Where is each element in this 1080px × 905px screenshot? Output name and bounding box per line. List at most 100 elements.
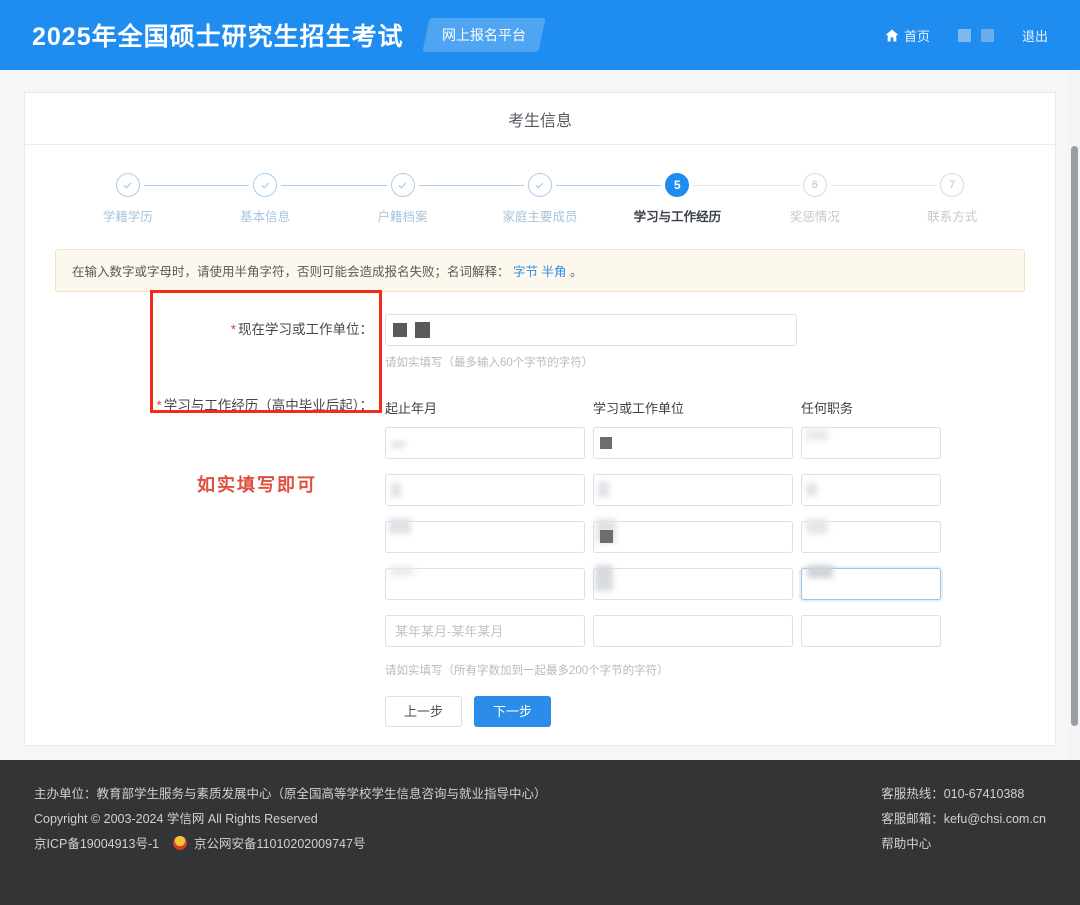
next-step-button[interactable]: 下一步 bbox=[474, 696, 552, 727]
col-header-period: 起止年月 bbox=[385, 401, 438, 416]
halfwidth-notice: 在输入数字或字母时，请使用半角字符，否则可能会造成报名失败；名词解释： 字节 半… bbox=[55, 249, 1025, 292]
experience-control: 起止年月 学习或工作单位 任何职务 某年某月-某年某月 请如实填写（所有字数加到… bbox=[385, 396, 1025, 727]
page-title: 考生信息 bbox=[507, 112, 572, 130]
experience-table-header: 起止年月 学习或工作单位 任何职务 bbox=[385, 398, 1025, 427]
page-body: 考生信息 学籍学历 基本信息 户籍档案 家庭主要成员 5 学习与工作经历 6 奖… bbox=[0, 70, 1080, 760]
footer-police-record[interactable]: 京公网安备11010202009747号 bbox=[194, 837, 365, 851]
nav-redacted-items[interactable] bbox=[957, 28, 994, 42]
nav-home-label: 首页 bbox=[903, 28, 930, 44]
step-7-bubble: 7 bbox=[940, 173, 965, 197]
experience-period-input-2[interactable] bbox=[385, 474, 585, 506]
nav-logout[interactable]: 退出 bbox=[1022, 26, 1048, 45]
current-unit-field-row: * 现在学习或工作单位： 请如实填写（最多输入60个字节的字符） bbox=[55, 314, 1025, 370]
card-header: 考生信息 bbox=[25, 93, 1055, 145]
step-3-label: 户籍档案 bbox=[377, 210, 428, 224]
step-5-bubble: 5 bbox=[665, 173, 690, 197]
experience-table: 起止年月 学习或工作单位 任何职务 bbox=[385, 398, 1025, 647]
col-header-unit: 学习或工作单位 bbox=[593, 401, 685, 416]
candidate-info-card: 考生信息 学籍学历 基本信息 户籍档案 家庭主要成员 5 学习与工作经历 6 奖… bbox=[24, 92, 1056, 746]
experience-post-input-2[interactable] bbox=[801, 474, 941, 506]
experience-row bbox=[385, 474, 1025, 506]
experience-period-input-1[interactable] bbox=[385, 427, 585, 459]
col-header-post: 任何职务 bbox=[801, 401, 854, 416]
step-2-jibenxinxi[interactable]: 基本信息 bbox=[196, 173, 334, 225]
step-7-lianxifangshi[interactable]: 7 联系方式 bbox=[883, 173, 1021, 225]
experience-post-input-4[interactable] bbox=[801, 568, 941, 600]
notice-text-before: 在输入数字或字母时，请使用半角字符，否则可能会造成报名失败；名词解释： bbox=[72, 265, 510, 279]
step-6-jiangchengqingkuang[interactable]: 6 奖惩情况 bbox=[746, 173, 884, 225]
step-2-bubble bbox=[253, 173, 278, 197]
experience-period-input-3[interactable] bbox=[385, 521, 585, 553]
experience-label: * 学习与工作经历（高中毕业后起）： bbox=[156, 398, 373, 413]
current-unit-control: 请如实填写（最多输入60个字节的字符） bbox=[385, 314, 1025, 370]
experience-unit-input-4[interactable] bbox=[593, 568, 793, 600]
scrollbar-track[interactable] bbox=[1069, 70, 1080, 760]
experience-row bbox=[385, 615, 1025, 647]
nav-home[interactable]: 首页 bbox=[885, 26, 930, 45]
experience-post-input-1[interactable] bbox=[801, 427, 941, 459]
footer-hotline: 客服热线：010-67410388 bbox=[881, 787, 1025, 801]
current-unit-label: * 现在学习或工作单位： bbox=[230, 322, 373, 337]
footer-left: 主办单位：教育部学生服务与素质发展中心（原全国高等学校学生信息咨询与就业指导中心… bbox=[34, 782, 547, 905]
experience-period-input-4[interactable] bbox=[385, 568, 585, 600]
experience-post-input-5[interactable] bbox=[801, 615, 941, 647]
step-4-label: 家庭主要成员 bbox=[502, 210, 578, 224]
experience-unit-input-2[interactable] bbox=[593, 474, 793, 506]
platform-badge: 网上报名平台 bbox=[422, 18, 546, 52]
police-badge-icon bbox=[172, 836, 187, 850]
prev-step-button[interactable]: 上一步 bbox=[385, 696, 463, 727]
required-marker: * bbox=[230, 322, 236, 337]
site-header: 2025年全国硕士研究生招生考试 网上报名平台 首页 退出 bbox=[0, 0, 1080, 70]
site-footer: 主办单位：教育部学生服务与素质发展中心（原全国高等学校学生信息咨询与就业指导中心… bbox=[0, 760, 1080, 905]
home-icon bbox=[885, 29, 899, 42]
step-4-jiatingchengyuan[interactable]: 家庭主要成员 bbox=[471, 173, 609, 225]
annotation-note: 如实填写即可 bbox=[197, 475, 317, 495]
step-1-xueji[interactable]: 学籍学历 bbox=[59, 173, 197, 225]
footer-email: 客服邮箱：kefu@chsi.com.cn bbox=[881, 812, 1046, 826]
step-6-label: 奖惩情况 bbox=[789, 210, 840, 224]
step-4-bubble bbox=[527, 173, 552, 197]
nav-logout-label: 退出 bbox=[1021, 28, 1048, 44]
redaction-block-2 bbox=[980, 28, 994, 42]
notice-text-after: 。 bbox=[570, 265, 583, 279]
experience-row bbox=[385, 427, 1025, 459]
footer-right: 客服热线：010-67410388 客服邮箱：kefu@chsi.com.cn … bbox=[881, 782, 1046, 905]
experience-row bbox=[385, 565, 1025, 600]
step-3-bubble bbox=[390, 173, 415, 197]
footer-filing-line: 京ICP备19004913号-1 京公网安备11010202009747号 bbox=[34, 832, 547, 857]
step-6-bubble: 6 bbox=[802, 173, 827, 197]
redaction-block-1 bbox=[957, 28, 971, 42]
experience-unit-input-1[interactable] bbox=[593, 427, 793, 459]
experience-post-input-3[interactable] bbox=[801, 521, 941, 553]
footer-help-center[interactable]: 帮助中心 bbox=[881, 832, 1046, 857]
footer-copyright: Copyright © 2003-2024 学信网 All Rights Res… bbox=[34, 812, 318, 826]
current-unit-input-wrap bbox=[385, 314, 797, 346]
experience-hint: 请如实填写（所有字数加到一起最多200个字节的字符） bbox=[385, 665, 669, 677]
step-3-hujidangan[interactable]: 户籍档案 bbox=[333, 173, 472, 225]
current-unit-hint: 请如实填写（最多输入60个字节的字符） bbox=[385, 357, 594, 369]
experience-row bbox=[385, 518, 1025, 553]
footer-organizer: 主办单位：教育部学生服务与素质发展中心（原全国高等学校学生信息咨询与就业指导中心… bbox=[34, 787, 547, 801]
experience-unit-input-5[interactable] bbox=[593, 615, 793, 647]
form-buttons: 上一步 下一步 bbox=[385, 696, 1025, 727]
step-2-label: 基本信息 bbox=[240, 210, 291, 224]
experience-unit-input-3[interactable] bbox=[593, 521, 793, 553]
step-1-bubble bbox=[115, 173, 140, 197]
step-1-label: 学籍学历 bbox=[102, 210, 153, 224]
notice-link-halfwidth[interactable]: 半角 bbox=[542, 265, 567, 279]
experience-form: * 现在学习或工作单位： 请如实填写（最多输入60个字节的字符） * 学习与工作经历… bbox=[25, 292, 1055, 727]
page-brand-title: 2025年全国硕士研究生招生考试 bbox=[32, 23, 404, 51]
step-7-label: 联系方式 bbox=[927, 210, 978, 224]
required-marker-exp: * bbox=[156, 398, 162, 413]
step-5-xuexigongzuo[interactable]: 5 学习与工作经历 bbox=[608, 173, 747, 225]
header-nav: 首页 退出 bbox=[885, 26, 1048, 45]
experience-field-row: * 学习与工作经历（高中毕业后起）： 起止年月 学习或工作单位 任何职务 某年某… bbox=[55, 396, 1025, 727]
step-5-label: 学习与工作经历 bbox=[633, 210, 722, 224]
scrollbar-thumb[interactable] bbox=[1071, 146, 1078, 726]
experience-period-input-5[interactable] bbox=[385, 615, 585, 647]
progress-stepper: 学籍学历 基本信息 户籍档案 家庭主要成员 5 学习与工作经历 6 奖惩情况 7… bbox=[25, 145, 1055, 231]
current-unit-input[interactable] bbox=[385, 314, 797, 346]
notice-link-byte[interactable]: 字节 bbox=[513, 265, 538, 279]
platform-badge-label: 网上报名平台 bbox=[441, 27, 526, 43]
footer-icp[interactable]: 京ICP备19004913号-1 bbox=[34, 837, 159, 851]
